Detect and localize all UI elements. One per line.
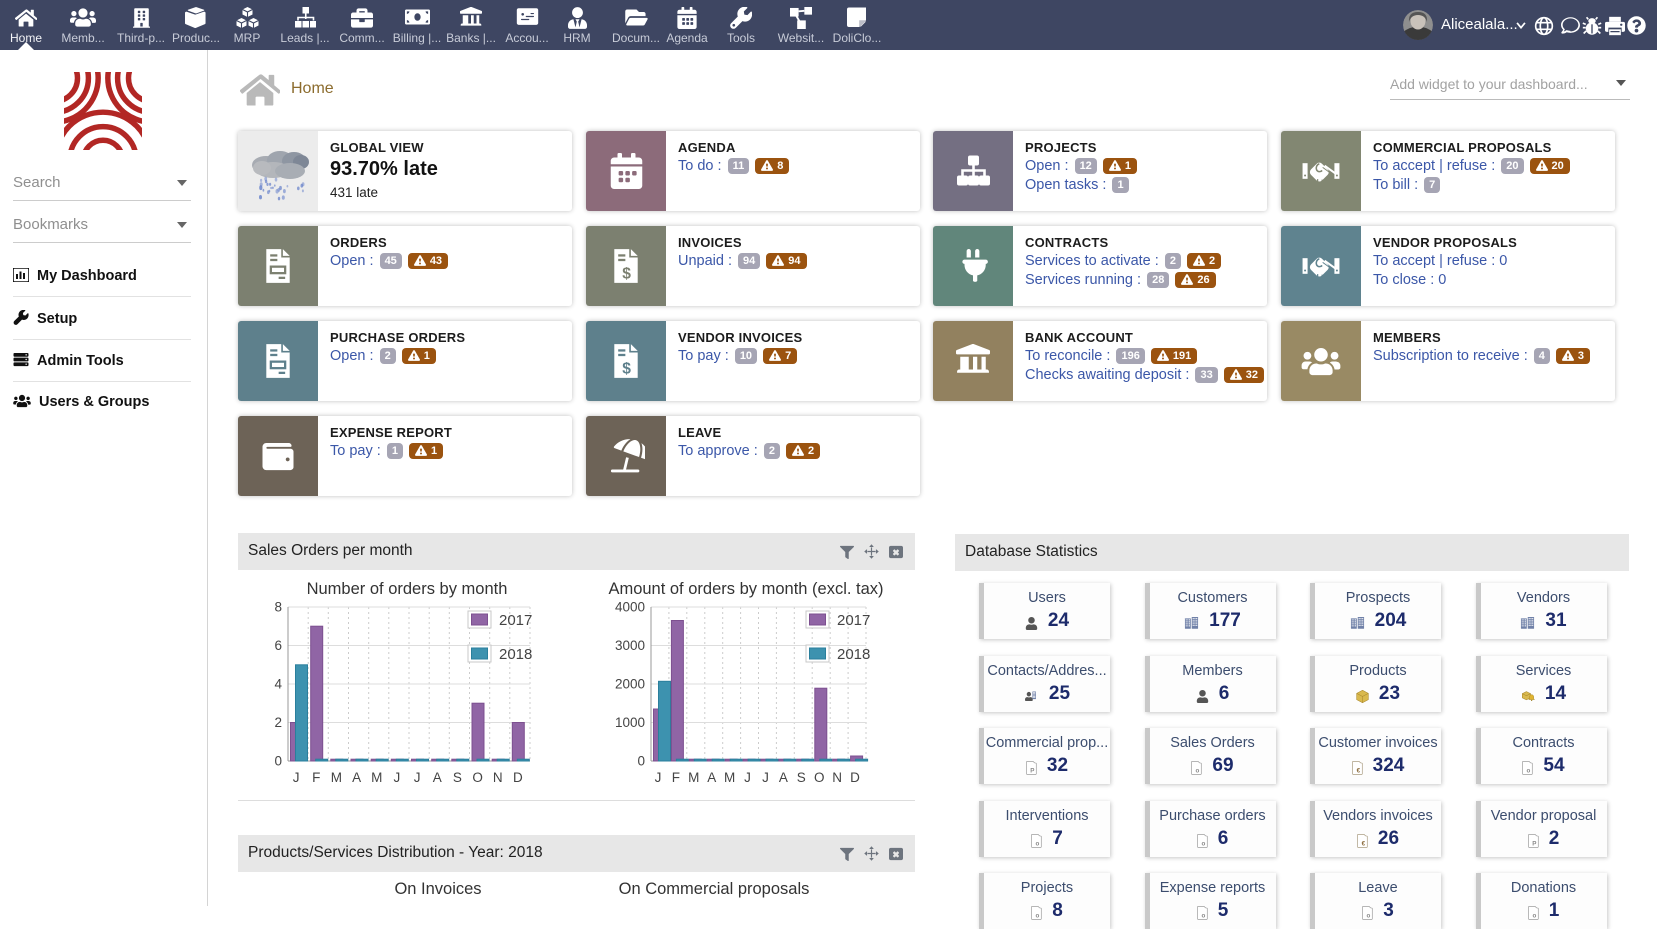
svg-text:o: o [1367, 912, 1371, 919]
svg-text:D: D [850, 770, 860, 785]
svg-text:o: o [1036, 840, 1040, 847]
svg-text:o: o [1527, 767, 1531, 774]
svg-text:2017: 2017 [499, 612, 532, 629]
svg-text:P: P [1532, 840, 1536, 847]
svg-text:M: M [688, 770, 699, 785]
svg-text:M: M [371, 770, 382, 785]
svg-text:4000: 4000 [615, 600, 645, 615]
svg-text:J: J [293, 770, 300, 785]
svg-text:M: M [724, 770, 735, 785]
svg-text:0: 0 [274, 754, 282, 769]
svg-text:€: € [1356, 767, 1360, 774]
svg-text:M: M [331, 770, 342, 785]
svg-text:2: 2 [274, 715, 282, 730]
svg-text:3000: 3000 [615, 638, 645, 653]
svg-text:1000: 1000 [615, 715, 645, 730]
svg-text:o: o [1036, 912, 1040, 919]
svg-text:4: 4 [274, 677, 282, 692]
svg-text:o: o [1201, 912, 1205, 919]
svg-text:P: P [1030, 767, 1034, 774]
svg-text:N: N [493, 770, 503, 785]
svg-text:€: € [1362, 840, 1366, 847]
svg-text:A: A [352, 770, 361, 785]
svg-text:J: J [744, 770, 751, 785]
svg-text:O: O [814, 770, 825, 785]
svg-text:2018: 2018 [837, 646, 870, 663]
svg-text:$: $ [622, 360, 631, 377]
svg-text:0: 0 [637, 754, 645, 769]
svg-text:$: $ [622, 265, 631, 282]
svg-text:J: J [394, 770, 401, 785]
svg-text:8: 8 [274, 600, 282, 615]
svg-text:6: 6 [274, 638, 282, 653]
svg-text:A: A [779, 770, 788, 785]
svg-text:J: J [414, 770, 421, 785]
svg-text:A: A [433, 770, 442, 785]
svg-text:o: o [1196, 767, 1200, 774]
svg-text:J: J [762, 770, 769, 785]
svg-text:o: o [1532, 912, 1536, 919]
svg-text:D: D [513, 770, 523, 785]
svg-text:O: O [472, 770, 483, 785]
svg-text:2017: 2017 [837, 612, 870, 629]
svg-text:S: S [453, 770, 462, 785]
svg-text:S: S [797, 770, 806, 785]
svg-text:F: F [672, 770, 680, 785]
svg-text:2018: 2018 [499, 646, 532, 663]
svg-text:N: N [832, 770, 842, 785]
svg-text:A: A [707, 770, 716, 785]
svg-text:2000: 2000 [615, 677, 645, 692]
svg-text:o: o [1201, 840, 1205, 847]
svg-text:F: F [312, 770, 320, 785]
svg-text:J: J [655, 770, 662, 785]
